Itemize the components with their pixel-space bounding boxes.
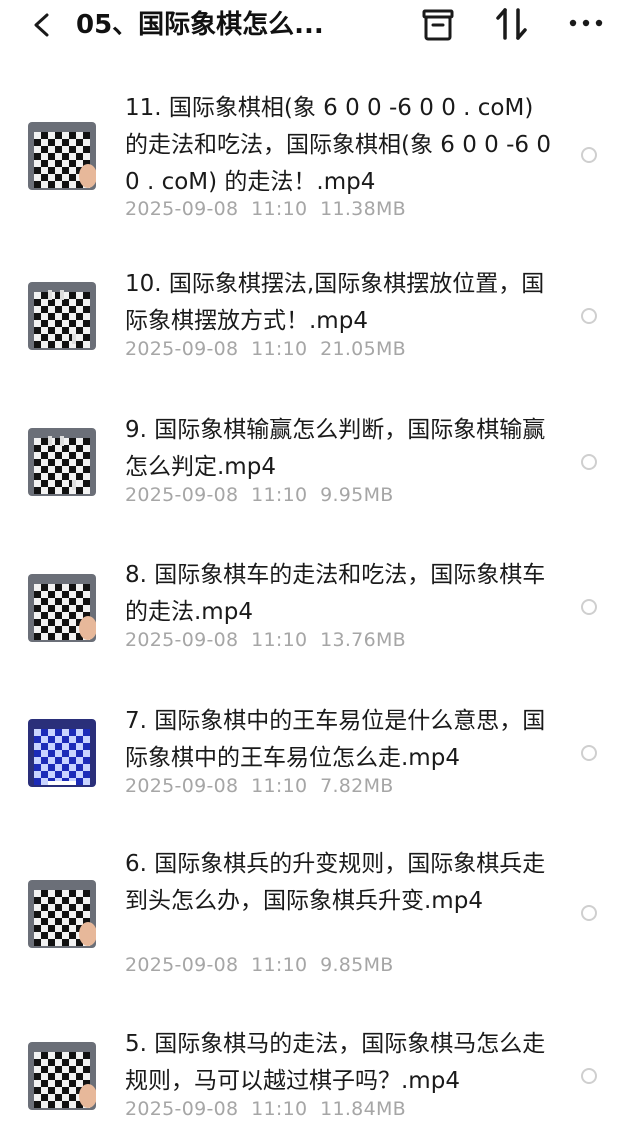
select-radio[interactable]: [581, 745, 597, 761]
file-size: 9.95MB: [320, 484, 394, 506]
file-date: 2025-09-08: [125, 484, 239, 506]
file-size: 11.84MB: [320, 1098, 406, 1120]
more-options-icon[interactable]: [566, 12, 606, 34]
file-meta: 2025-09-08 11:10 9.95MB: [125, 484, 394, 506]
top-bar: 05、国际象棋怎么...: [0, 0, 640, 52]
file-size: 13.76MB: [320, 629, 406, 651]
file-meta: 2025-09-08 11:10 21.05MB: [125, 338, 406, 360]
file-size: 11.38MB: [320, 198, 406, 220]
file-name: 6. 国际象棋兵的升变规则，国际象棋兵走到头怎么办，国际象棋兵升变.mp4: [125, 851, 546, 914]
file-meta: 2025-09-08 11:10 11.84MB: [125, 1098, 406, 1120]
page-title: 05、国际象棋怎么...: [76, 10, 324, 40]
file-time: 11:10: [251, 484, 308, 506]
file-name: 11. 国际象棋相(象 6 0 0 -6 0 0 . coM) 的走法和吃法，国…: [125, 95, 551, 195]
select-radio[interactable]: [581, 454, 597, 470]
video-thumbnail: [28, 719, 96, 787]
file-date: 2025-09-08: [125, 775, 239, 797]
file-size: 9.85MB: [320, 954, 394, 976]
file-date: 2025-09-08: [125, 954, 239, 976]
video-thumbnail: [28, 574, 96, 642]
file-time: 11:10: [251, 775, 308, 797]
file-time: 11:10: [251, 198, 308, 220]
file-time: 11:10: [251, 1098, 308, 1120]
file-name: 9. 国际象棋输赢怎么判断，国际象棋输赢怎么判定.mp4: [125, 417, 546, 480]
file-size: 7.82MB: [320, 775, 394, 797]
select-radio[interactable]: [581, 147, 597, 163]
video-thumbnail: [28, 1042, 96, 1110]
select-radio[interactable]: [581, 599, 597, 615]
file-name: 10. 国际象棋摆法,国际象棋摆放位置，国际象棋摆放方式！.mp4: [125, 271, 545, 334]
file-name: 7. 国际象棋中的王车易位是什么意思，国际象棋中的王车易位怎么走.mp4: [125, 708, 546, 771]
video-thumbnail: [28, 428, 96, 496]
file-name: 8. 国际象棋车的走法和吃法，国际象棋车的走法.mp4: [125, 562, 546, 625]
archive-box-icon[interactable]: [418, 6, 458, 44]
file-meta: 2025-09-08 11:10 13.76MB: [125, 629, 406, 651]
sort-icon[interactable]: [494, 4, 530, 44]
file-time: 11:10: [251, 629, 308, 651]
file-size: 21.05MB: [320, 338, 406, 360]
file-date: 2025-09-08: [125, 198, 239, 220]
file-name: 5. 国际象棋马的走法，国际象棋马怎么走规则，马可以越过棋子吗？.mp4: [125, 1031, 546, 1094]
select-radio[interactable]: [581, 905, 597, 921]
file-time: 11:10: [251, 954, 308, 976]
video-thumbnail: [28, 880, 96, 948]
file-meta: 2025-09-08 11:10 11.38MB: [125, 198, 406, 220]
file-meta: 2025-09-08 11:10 7.82MB: [125, 775, 394, 797]
select-radio[interactable]: [581, 1068, 597, 1084]
video-thumbnail: [28, 122, 96, 190]
file-date: 2025-09-08: [125, 338, 239, 360]
file-meta: 2025-09-08 11:10 9.85MB: [125, 954, 394, 976]
video-thumbnail: [28, 282, 96, 350]
file-date: 2025-09-08: [125, 629, 239, 651]
file-time: 11:10: [251, 338, 308, 360]
select-radio[interactable]: [581, 308, 597, 324]
back-arrow-icon[interactable]: [30, 10, 54, 40]
file-date: 2025-09-08: [125, 1098, 239, 1120]
